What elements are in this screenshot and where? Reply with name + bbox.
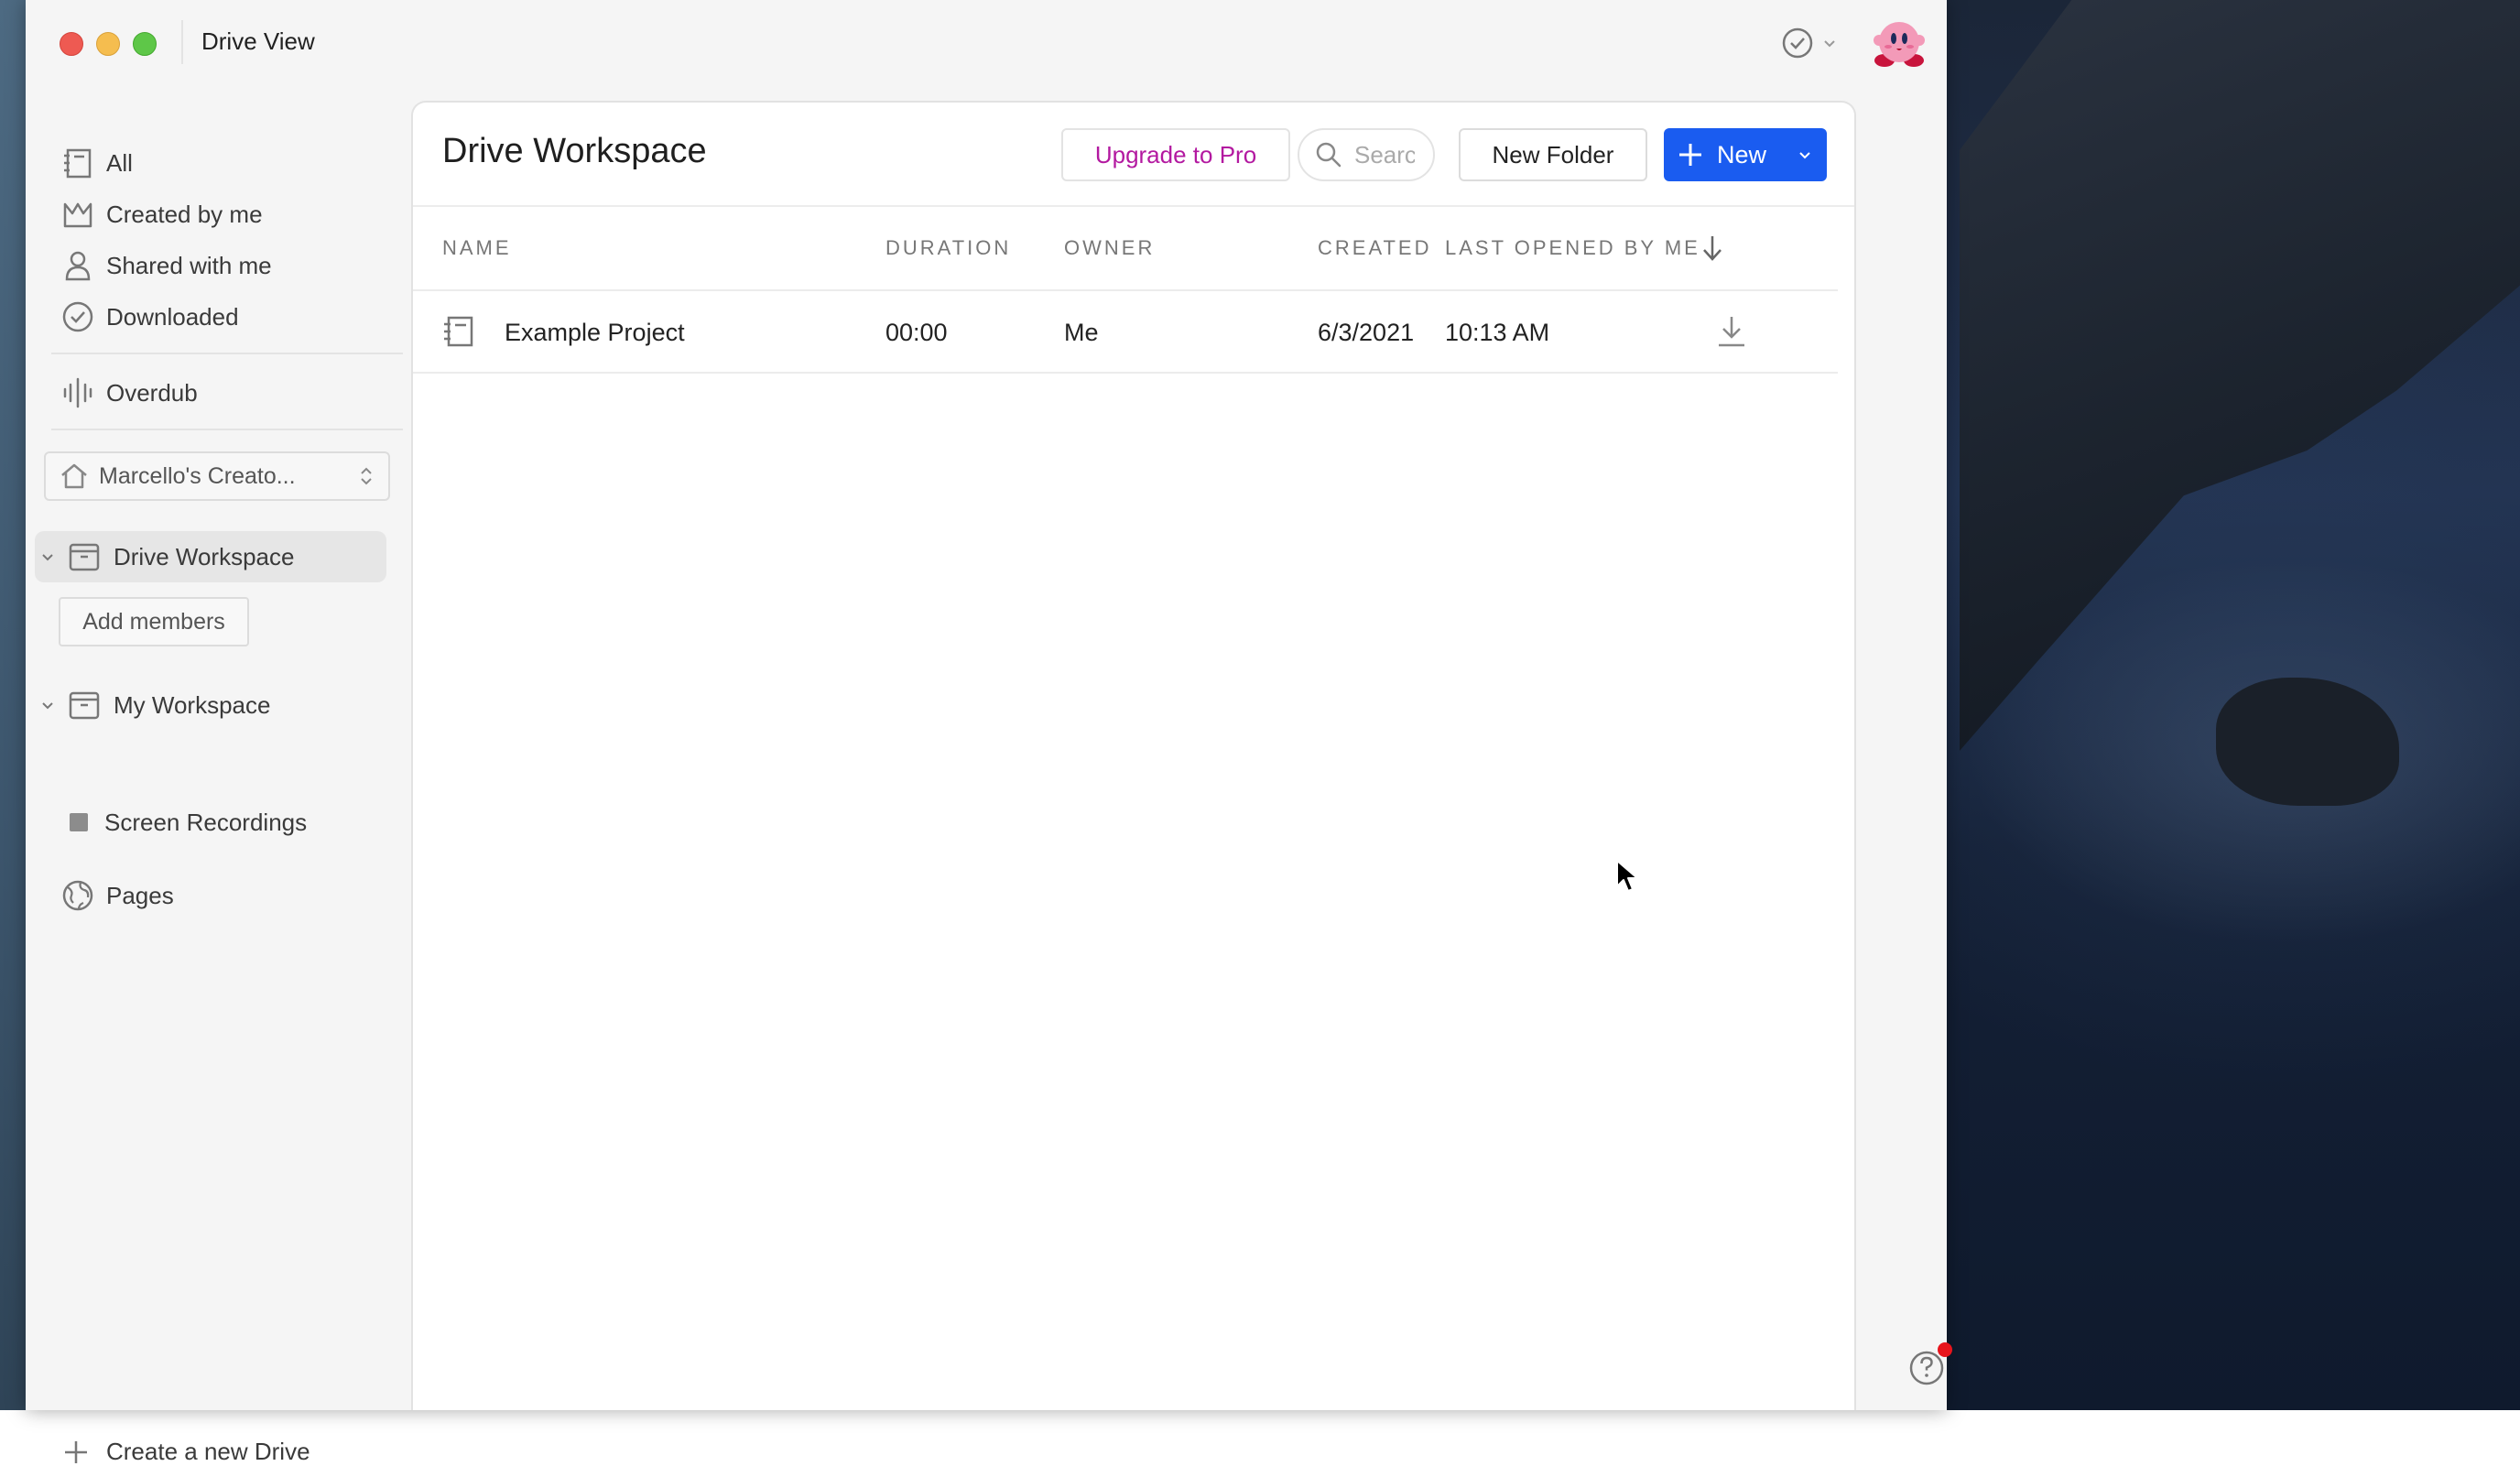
wallpaper-cliff xyxy=(1960,0,2520,751)
create-drive-label: Create a new Drive xyxy=(106,1438,310,1465)
archive-box-icon xyxy=(66,687,103,723)
search-box[interactable] xyxy=(1298,128,1435,181)
folder-item-screen-recordings[interactable]: Screen Recordings xyxy=(70,802,307,842)
sidebar-item-label: Overdub xyxy=(106,378,198,407)
title-bar: Drive View xyxy=(26,0,1947,84)
column-header-created[interactable]: CREATED xyxy=(1318,236,1432,260)
plus-icon xyxy=(65,1440,87,1463)
chevron-down-icon[interactable] xyxy=(1798,147,1812,162)
minimize-window-button[interactable] xyxy=(96,32,120,56)
table-header-divider xyxy=(413,289,1838,291)
chevron-down-icon[interactable] xyxy=(35,697,60,713)
chevron-down-icon xyxy=(1824,40,1835,48)
column-header-owner[interactable]: OWNER xyxy=(1064,236,1155,260)
sidebar-item-created-by-me[interactable]: Created by me xyxy=(60,192,263,236)
drive-selector-value: Marcello's Creato... xyxy=(99,462,296,489)
sidebar-item-shared-with-me[interactable]: Shared with me xyxy=(60,244,272,288)
sidebar-item-label: Downloaded xyxy=(106,302,239,331)
notebook-icon xyxy=(60,146,95,180)
row-name[interactable]: Example Project xyxy=(505,319,685,347)
download-icon[interactable] xyxy=(1713,313,1750,350)
column-header-name[interactable]: NAME xyxy=(442,236,512,260)
waveform-icon xyxy=(60,375,95,410)
row-created: 6/3/2021 xyxy=(1318,319,1415,346)
main-panel: Drive Workspace Upgrade to Pro New Folde… xyxy=(411,101,1856,1410)
window-title: Drive View xyxy=(201,27,315,55)
new-button-label: New xyxy=(1717,140,1767,168)
sidebar-divider xyxy=(51,353,403,354)
row-last-opened: 10:13 AM xyxy=(1445,319,1550,346)
row-owner: Me xyxy=(1064,319,1099,346)
table-row-divider xyxy=(413,372,1838,374)
sidebar-item-pages[interactable]: Pages xyxy=(60,874,174,918)
sidebar-item-label: Shared with me xyxy=(106,251,272,279)
sidebar-item-label: Created by me xyxy=(106,200,263,228)
up-down-chevron-icon xyxy=(361,467,372,485)
new-button[interactable]: New xyxy=(1664,128,1827,181)
workspace-label: My Workspace xyxy=(114,690,271,719)
person-icon xyxy=(60,248,95,283)
toolbar-divider xyxy=(413,205,1854,207)
search-icon xyxy=(1316,142,1341,168)
column-header-duration[interactable]: DURATION xyxy=(885,236,1011,260)
add-members-button[interactable]: Add members xyxy=(59,597,249,646)
check-circle-icon xyxy=(60,299,95,334)
check-circle-icon xyxy=(1782,27,1813,59)
new-folder-button[interactable]: New Folder xyxy=(1459,128,1647,181)
column-header-last-opened[interactable]: LAST OPENED BY ME xyxy=(1445,236,1700,260)
zoom-window-button[interactable] xyxy=(133,32,157,56)
crown-icon xyxy=(60,197,95,232)
mouse-cursor-icon xyxy=(1616,860,1638,892)
arrow-down-icon[interactable] xyxy=(1699,233,1726,264)
avatar[interactable] xyxy=(1872,15,1927,70)
status-menu-button[interactable] xyxy=(1780,24,1846,62)
close-window-button[interactable] xyxy=(60,32,83,56)
plus-icon xyxy=(1679,144,1701,166)
folder-item-label: Screen Recordings xyxy=(104,808,308,836)
folder-square-icon xyxy=(70,813,88,831)
app-window: Drive View All Created by me Shared with… xyxy=(26,0,1952,1465)
notebook-icon xyxy=(444,316,473,347)
chevron-down-icon[interactable] xyxy=(35,548,60,565)
sidebar-item-label: Pages xyxy=(106,881,174,909)
create-drive-button[interactable]: Create a new Drive xyxy=(62,1438,310,1466)
row-duration: 00:00 xyxy=(885,319,948,346)
upgrade-button[interactable]: Upgrade to Pro xyxy=(1061,128,1290,181)
sidebar-item-overdub[interactable]: Overdub xyxy=(60,371,198,415)
globe-icon xyxy=(60,878,95,913)
wallpaper-rock xyxy=(2216,678,2399,806)
sidebar-divider xyxy=(51,429,403,430)
home-icon xyxy=(61,463,87,489)
sidebar: All Created by me Shared with me Downloa… xyxy=(26,84,403,1465)
workspace-label: Drive Workspace xyxy=(114,542,295,570)
page-title: Drive Workspace xyxy=(442,132,707,170)
sidebar-item-all[interactable]: All xyxy=(60,141,133,185)
search-input[interactable] xyxy=(1354,140,1415,169)
notification-dot xyxy=(1938,1342,1952,1357)
desktop-wallpaper-edge xyxy=(0,0,26,1410)
workspace-drive-workspace[interactable]: Drive Workspace xyxy=(35,531,294,582)
sidebar-item-downloaded[interactable]: Downloaded xyxy=(60,295,239,339)
title-separator xyxy=(181,20,183,64)
sidebar-item-label: All xyxy=(106,148,133,177)
workspace-my-workspace[interactable]: My Workspace xyxy=(35,679,270,731)
drive-selector[interactable]: Marcello's Creato... xyxy=(44,451,390,501)
archive-box-icon xyxy=(66,538,103,575)
